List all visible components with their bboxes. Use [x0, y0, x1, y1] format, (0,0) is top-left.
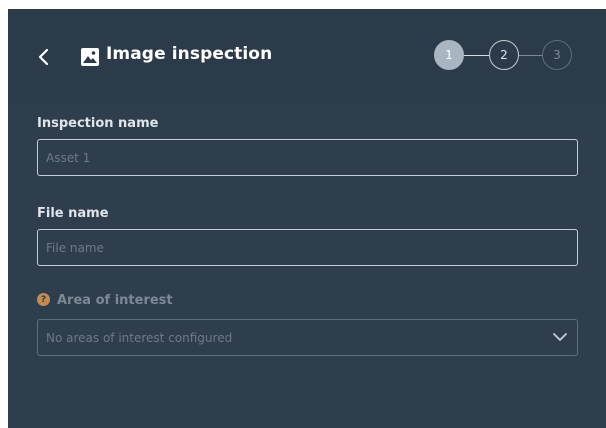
panel-header: Image inspection 1 2 3	[8, 9, 606, 104]
chevron-down-icon	[553, 333, 567, 341]
help-icon[interactable]: ?	[37, 293, 50, 306]
area-of-interest-label: Area of interest	[57, 293, 173, 308]
area-of-interest-value: No areas of interest configured	[46, 330, 233, 345]
inspection-name-label: Inspection name	[37, 116, 159, 131]
step-3[interactable]: 3	[542, 40, 572, 70]
inspection-name-input[interactable]	[37, 139, 578, 176]
image-icon	[81, 48, 99, 66]
file-name-input[interactable]	[37, 229, 578, 266]
area-of-interest-select[interactable]: No areas of interest configured	[37, 319, 578, 356]
step-connector-1	[464, 55, 489, 56]
chevron-left-icon	[38, 48, 49, 66]
page-title: Image inspection	[106, 44, 273, 64]
back-button[interactable]	[34, 43, 56, 71]
image-inspection-panel: Image inspection 1 2 3 Inspection name F…	[8, 9, 606, 428]
step-2[interactable]: 2	[489, 40, 519, 70]
step-connector-2	[519, 55, 542, 56]
file-name-label: File name	[37, 206, 109, 221]
step-1[interactable]: 1	[434, 40, 464, 70]
